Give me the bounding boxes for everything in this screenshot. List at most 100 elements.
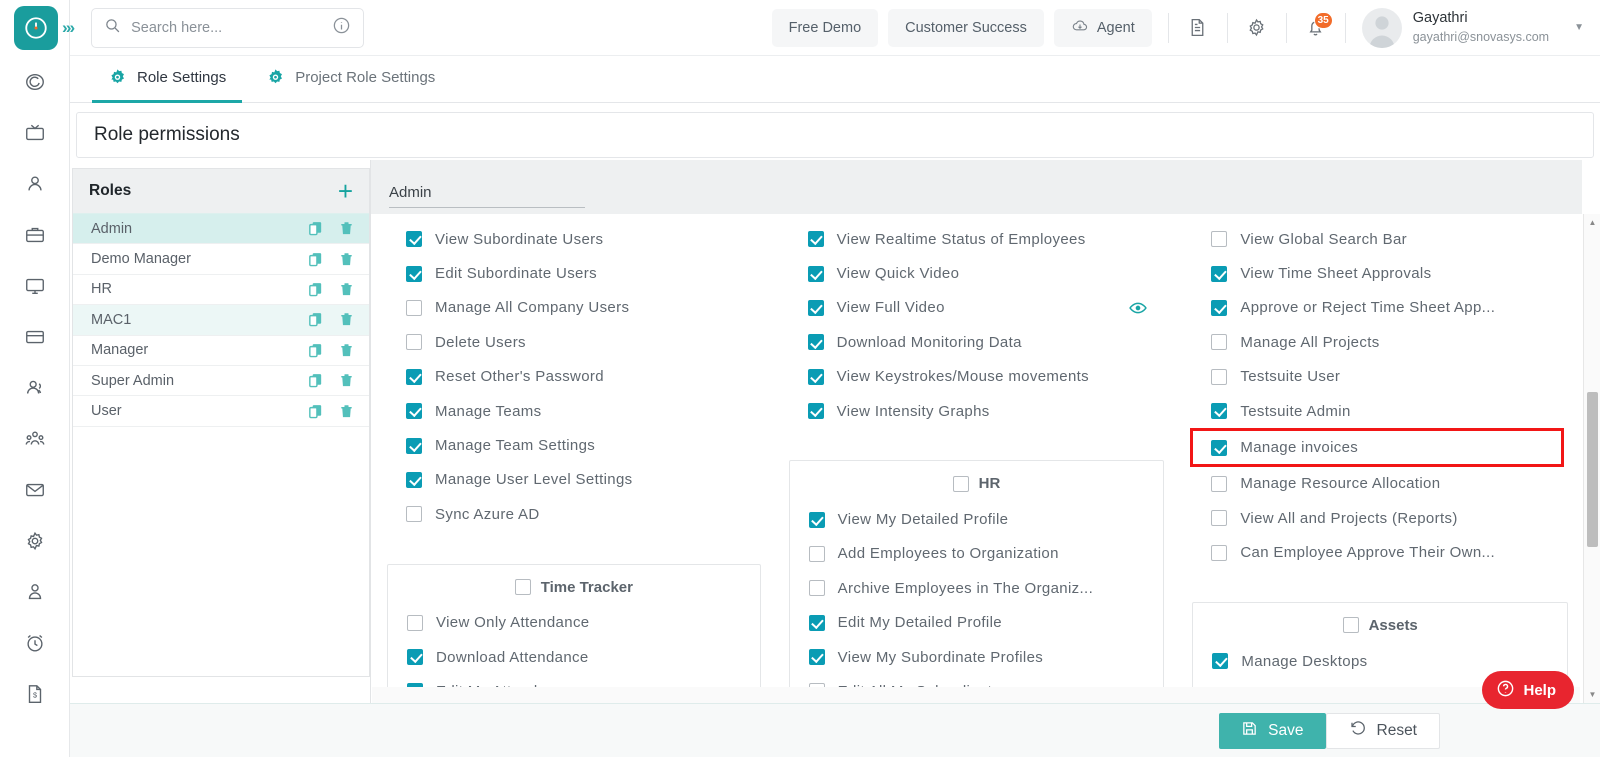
- permission-item[interactable]: View Only Attendance: [388, 606, 760, 640]
- delete-role-icon[interactable]: [338, 220, 355, 237]
- permission-checkbox[interactable]: [406, 231, 422, 248]
- save-button[interactable]: Save: [1219, 712, 1326, 749]
- role-row[interactable]: HR: [73, 275, 369, 306]
- permission-checkbox[interactable]: [808, 649, 825, 666]
- permission-item[interactable]: View Full Video: [789, 291, 1165, 325]
- delete-role-icon[interactable]: [338, 281, 355, 298]
- scrollbar-thumb[interactable]: [1587, 392, 1598, 547]
- vertical-scrollbar[interactable]: ▲ ▼: [1583, 214, 1600, 703]
- permission-item[interactable]: Testsuite Admin: [1192, 394, 1568, 428]
- copy-role-icon[interactable]: [307, 342, 324, 359]
- permission-item[interactable]: Download Attendance: [388, 640, 760, 674]
- sidebar-item-time-tracker[interactable]: [13, 617, 57, 668]
- permission-checkbox[interactable]: [406, 299, 422, 316]
- permission-checkbox[interactable]: [1211, 403, 1228, 420]
- permission-checkbox[interactable]: [808, 511, 825, 528]
- permission-checkbox[interactable]: [1212, 653, 1229, 670]
- gear-icon[interactable]: [1234, 5, 1280, 51]
- tab-project-role-settings[interactable]: Project Role Settings: [250, 56, 451, 103]
- chevron-down-icon[interactable]: ▼: [1574, 22, 1584, 33]
- permission-item[interactable]: Manage Team Settings: [387, 428, 761, 462]
- scroll-down-icon[interactable]: ▼: [1584, 686, 1600, 703]
- sidebar-item-live-stream[interactable]: [13, 107, 57, 158]
- horizontal-scrollbar[interactable]: [372, 687, 1580, 703]
- permission-checkbox[interactable]: [406, 368, 422, 385]
- permission-checkbox[interactable]: [1211, 368, 1228, 385]
- permission-item[interactable]: View Quick Video: [789, 256, 1165, 290]
- permission-checkbox[interactable]: [807, 231, 824, 248]
- permission-checkbox[interactable]: [807, 299, 824, 316]
- copy-role-icon[interactable]: [307, 372, 324, 389]
- copy-role-icon[interactable]: [307, 403, 324, 420]
- permission-checkbox[interactable]: [808, 545, 825, 562]
- permission-item[interactable]: View My Detailed Profile: [790, 502, 1164, 536]
- permission-group-checkbox[interactable]: [514, 579, 531, 596]
- permission-item[interactable]: Delete Users: [387, 325, 761, 359]
- agent-button[interactable]: Agent: [1053, 8, 1152, 47]
- permission-item[interactable]: Add Employees to Organization: [790, 537, 1164, 571]
- sidebar-item-invoices[interactable]: $: [13, 668, 57, 719]
- permission-checkbox[interactable]: [808, 614, 825, 631]
- delete-role-icon[interactable]: [338, 372, 355, 389]
- tab-role-settings[interactable]: Role Settings: [92, 56, 243, 103]
- delete-role-icon[interactable]: [338, 251, 355, 268]
- permission-checkbox[interactable]: [1211, 334, 1228, 351]
- sidebar-item-billing[interactable]: [13, 311, 57, 362]
- role-row[interactable]: MAC1: [73, 305, 369, 336]
- permission-checkbox[interactable]: [1211, 299, 1228, 316]
- permission-item[interactable]: Sync Azure AD: [387, 497, 761, 531]
- role-row[interactable]: Demo Manager: [73, 244, 369, 275]
- permission-checkbox[interactable]: [1211, 439, 1228, 456]
- role-row[interactable]: Admin: [73, 214, 369, 245]
- permission-checkbox[interactable]: [407, 649, 423, 666]
- permission-item[interactable]: View Subordinate Users: [387, 222, 761, 256]
- add-role-button[interactable]: +: [338, 178, 353, 204]
- customer-success-button[interactable]: Customer Success: [888, 8, 1044, 47]
- permission-item[interactable]: View Intensity Graphs: [789, 394, 1165, 428]
- permission-checkbox[interactable]: [807, 368, 824, 385]
- info-icon[interactable]: [332, 16, 351, 40]
- permission-checkbox[interactable]: [807, 334, 824, 351]
- permission-item[interactable]: Download Monitoring Data: [789, 325, 1165, 359]
- permission-checkbox[interactable]: [1211, 231, 1228, 248]
- search-box[interactable]: [91, 7, 365, 48]
- delete-role-icon[interactable]: [338, 403, 355, 420]
- permission-item[interactable]: Edit My Detailed Profile: [790, 606, 1164, 640]
- permission-checkbox[interactable]: [808, 580, 825, 597]
- app-logo[interactable]: [14, 6, 58, 50]
- permission-item[interactable]: View Global Search Bar: [1192, 222, 1568, 256]
- eye-icon[interactable]: [1128, 298, 1148, 318]
- permission-item-highlighted[interactable]: Manage invoices: [1190, 428, 1565, 467]
- permission-checkbox[interactable]: [1211, 544, 1228, 561]
- permission-item[interactable]: Edit Subordinate Users: [387, 256, 761, 290]
- permission-item[interactable]: View Realtime Status of Employees: [789, 222, 1165, 256]
- permission-checkbox[interactable]: [1211, 510, 1228, 527]
- permission-checkbox[interactable]: [406, 334, 422, 351]
- expand-menu-icon[interactable]: »›: [62, 18, 75, 38]
- notifications-icon[interactable]: 35: [1293, 5, 1339, 51]
- permission-item[interactable]: Manage Resource Allocation: [1192, 467, 1568, 501]
- permission-checkbox[interactable]: [406, 403, 422, 420]
- permission-group-checkbox[interactable]: [952, 475, 969, 492]
- role-row[interactable]: User: [73, 396, 369, 427]
- permission-item[interactable]: Manage All Company Users: [387, 291, 761, 325]
- permission-item[interactable]: View Keystrokes/Mouse movements: [789, 360, 1165, 394]
- permission-checkbox[interactable]: [1211, 265, 1228, 282]
- permission-item[interactable]: Approve or Reject Time Sheet App...: [1192, 291, 1568, 325]
- copy-role-icon[interactable]: [307, 251, 324, 268]
- delete-role-icon[interactable]: [338, 311, 355, 328]
- sidebar-item-organization[interactable]: [13, 413, 57, 464]
- permission-item[interactable]: Can Employee Approve Their Own...: [1192, 536, 1568, 570]
- permission-checkbox[interactable]: [406, 265, 422, 282]
- permission-checkbox[interactable]: [406, 437, 422, 454]
- free-demo-button[interactable]: Free Demo: [771, 8, 879, 47]
- scroll-up-icon[interactable]: ▲: [1584, 214, 1600, 231]
- permission-checkbox[interactable]: [807, 403, 824, 420]
- permission-checkbox[interactable]: [807, 265, 824, 282]
- permission-checkbox[interactable]: [407, 614, 423, 631]
- permission-group-checkbox[interactable]: [1342, 617, 1359, 634]
- permission-item[interactable]: View Time Sheet Approvals: [1192, 256, 1568, 290]
- permission-item[interactable]: Reset Other's Password: [387, 360, 761, 394]
- document-icon[interactable]: [1175, 5, 1221, 51]
- sidebar-item-settings[interactable]: [13, 515, 57, 566]
